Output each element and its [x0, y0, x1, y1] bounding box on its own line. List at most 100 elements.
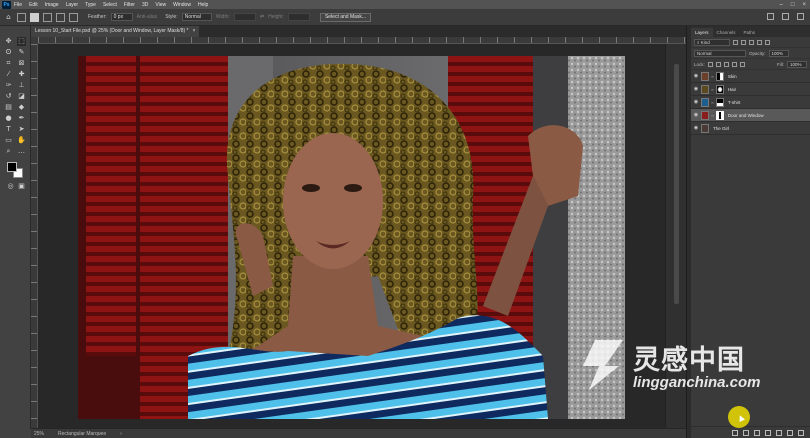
- quick-select-tool-icon[interactable]: ✎: [17, 48, 26, 57]
- smart-object-filter-icon[interactable]: [765, 39, 770, 45]
- menu-type[interactable]: Type: [85, 2, 96, 8]
- menu-view[interactable]: View: [155, 2, 166, 8]
- marquee-tool-preset-icon[interactable]: [17, 12, 26, 22]
- crop-tool-icon[interactable]: ⌗: [4, 59, 13, 68]
- brush-tool-icon[interactable]: ✑: [4, 81, 13, 90]
- workspace-icon[interactable]: [782, 13, 789, 20]
- opacity-input[interactable]: 100%: [768, 49, 789, 57]
- minimize-icon[interactable]: –: [780, 2, 783, 8]
- menu-filter[interactable]: Filter: [124, 2, 135, 8]
- layer-mask-thumbnail[interactable]: [715, 110, 724, 120]
- maximize-icon[interactable]: □: [791, 2, 795, 8]
- foreground-color-swatch[interactable]: [7, 162, 17, 172]
- lock-paint-icon[interactable]: [715, 61, 721, 67]
- swap-icon[interactable]: ⇄: [260, 14, 264, 20]
- visibility-eye-icon[interactable]: ◉: [693, 86, 699, 92]
- menu-edit[interactable]: Edit: [29, 2, 38, 8]
- gradient-tool-icon[interactable]: ▤: [4, 103, 13, 112]
- width-input[interactable]: [233, 13, 256, 21]
- search-icon[interactable]: [767, 13, 774, 20]
- close-tab-icon[interactable]: ×: [192, 26, 195, 37]
- dodge-tool-icon[interactable]: ●: [4, 114, 13, 123]
- blend-mode-select[interactable]: Normal: [694, 49, 746, 57]
- blur-tool-icon[interactable]: ◆: [17, 103, 26, 112]
- layer-mask-thumbnail[interactable]: [715, 97, 724, 107]
- pixel-filter-icon[interactable]: [733, 39, 738, 45]
- new-selection-icon[interactable]: [30, 12, 39, 22]
- adjustment-filter-icon[interactable]: [741, 39, 746, 45]
- eraser-tool-icon[interactable]: ◪: [17, 92, 26, 101]
- lock-artboard-icon[interactable]: [731, 61, 737, 67]
- clone-stamp-tool-icon[interactable]: ⊥: [17, 81, 26, 90]
- layer-kind-filter[interactable]: ⌕ Kind: [694, 38, 730, 46]
- path-selection-tool-icon[interactable]: ➤: [17, 125, 26, 134]
- tab-layers[interactable]: Layers: [691, 28, 713, 37]
- hand-tool-icon[interactable]: ✋: [17, 136, 26, 145]
- rectangle-tool-icon[interactable]: ▭: [4, 136, 13, 145]
- adjustment-layer-icon[interactable]: [765, 429, 771, 436]
- status-arrow-icon[interactable]: ›: [120, 431, 122, 437]
- canvas-workspace[interactable]: [38, 44, 665, 428]
- intersect-selection-icon[interactable]: [69, 12, 78, 22]
- tab-paths[interactable]: Paths: [740, 28, 760, 37]
- lock-all-icon[interactable]: [739, 61, 745, 67]
- menu-3d[interactable]: 3D: [142, 2, 148, 8]
- scrollbar-thumb[interactable]: [674, 64, 679, 304]
- delete-layer-icon[interactable]: [798, 429, 804, 436]
- fill-input[interactable]: 100%: [787, 60, 807, 68]
- new-layer-icon[interactable]: [787, 429, 793, 436]
- antialias-checkbox[interactable]: Anti-alias: [137, 14, 158, 20]
- lock-pixels-icon[interactable]: [707, 61, 713, 67]
- close-icon[interactable]: ×: [802, 2, 806, 8]
- mask-link-icon[interactable]: ∞: [711, 100, 714, 105]
- layer-row-hair[interactable]: ◉ ∞ Hair: [691, 83, 810, 96]
- more-tools-icon[interactable]: …: [17, 147, 26, 156]
- style-select[interactable]: Normal: [181, 13, 212, 21]
- subtract-selection-icon[interactable]: [56, 12, 65, 22]
- lock-position-icon[interactable]: [723, 61, 729, 67]
- tab-channels[interactable]: Channels: [713, 28, 740, 37]
- menu-file[interactable]: File: [14, 2, 22, 8]
- rectangular-marquee-tool-icon[interactable]: ⬚: [17, 37, 26, 46]
- layer-mask-thumbnail[interactable]: [715, 84, 724, 94]
- mask-link-icon[interactable]: ∞: [711, 87, 714, 92]
- layer-row-skin[interactable]: ◉ ∞ Skin: [691, 70, 810, 83]
- new-group-icon[interactable]: [776, 429, 782, 436]
- document-tab[interactable]: Lesson 10_Start File.psd @ 25% (Door and…: [31, 26, 200, 37]
- lasso-tool-icon[interactable]: ʘ: [4, 48, 13, 57]
- home-icon[interactable]: ⌂: [4, 13, 13, 22]
- add-mask-icon[interactable]: [754, 429, 760, 436]
- layer-style-icon[interactable]: [743, 429, 749, 436]
- type-tool-icon[interactable]: T: [4, 125, 13, 134]
- quick-mask-icon[interactable]: ◎: [6, 182, 15, 191]
- feather-input[interactable]: 0 px: [110, 13, 133, 21]
- link-layers-icon[interactable]: [732, 429, 738, 436]
- zoom-level[interactable]: 25%: [34, 431, 44, 437]
- history-brush-tool-icon[interactable]: ↺: [4, 92, 13, 101]
- visibility-eye-icon[interactable]: ◉: [693, 73, 699, 79]
- shape-filter-icon[interactable]: [757, 39, 762, 45]
- add-to-selection-icon[interactable]: [43, 12, 52, 22]
- move-tool-icon[interactable]: ✥: [4, 37, 13, 46]
- height-input[interactable]: [287, 13, 310, 21]
- vertical-ruler[interactable]: [31, 44, 38, 428]
- layer-mask-thumbnail[interactable]: [715, 71, 724, 81]
- layer-row-tshirt[interactable]: ◉ ∞ T-shirt: [691, 96, 810, 109]
- menu-image[interactable]: Image: [45, 2, 59, 8]
- visibility-eye-icon[interactable]: ◉: [693, 99, 699, 105]
- zoom-tool-icon[interactable]: ⌕: [4, 147, 13, 156]
- menu-help[interactable]: Help: [198, 2, 208, 8]
- eyedropper-tool-icon[interactable]: ⁄: [4, 70, 13, 79]
- layer-row-door-and-window[interactable]: ◉ ∞ Door and Window: [691, 109, 810, 122]
- menu-window[interactable]: Window: [173, 2, 191, 8]
- share-icon[interactable]: [797, 13, 804, 20]
- document-canvas-photo[interactable]: [78, 56, 625, 419]
- horizontal-ruler[interactable]: [38, 37, 686, 44]
- visibility-eye-icon[interactable]: ◉: [693, 125, 699, 131]
- type-filter-icon[interactable]: [749, 39, 754, 45]
- menu-layer[interactable]: Layer: [66, 2, 79, 8]
- visibility-eye-icon[interactable]: ◉: [693, 112, 699, 118]
- frame-tool-icon[interactable]: ⊠: [17, 59, 26, 68]
- mask-link-icon[interactable]: ∞: [711, 113, 714, 118]
- menu-select[interactable]: Select: [103, 2, 117, 8]
